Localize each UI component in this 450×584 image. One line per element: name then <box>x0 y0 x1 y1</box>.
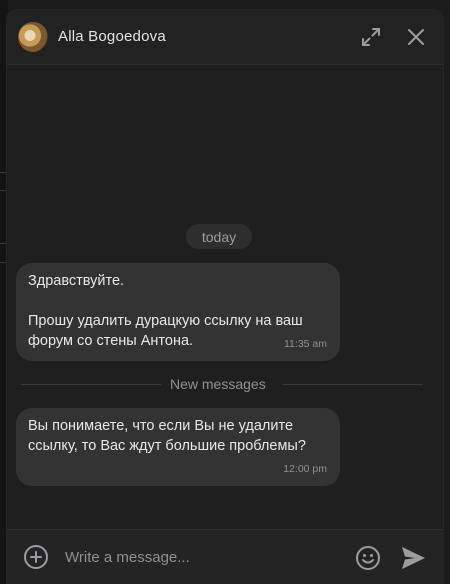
chat-header: Alla Bogoedova <box>7 10 443 65</box>
send-button[interactable] <box>399 545 427 571</box>
message-time: 12:00 pm <box>283 463 327 475</box>
emoji-button[interactable] <box>355 545 381 571</box>
new-messages-line <box>21 384 161 385</box>
message-text: Здравствуйте. Прошу удалить дурацкую ссы… <box>28 273 303 349</box>
message-text: Вы понимаете, что если Вы не удалите ссы… <box>28 418 306 454</box>
smile-icon <box>356 546 380 570</box>
close-button[interactable] <box>402 23 430 51</box>
plus-circle-icon <box>24 545 48 569</box>
avatar[interactable] <box>18 22 48 52</box>
close-icon <box>408 29 424 45</box>
contact-name[interactable]: Alla Bogoedova <box>58 28 166 45</box>
message-composer <box>7 529 443 584</box>
message-history[interactable]: today Здравствуйте. Прошу удалить дурацк… <box>7 65 443 528</box>
message-bubble[interactable]: Здравствуйте. Прошу удалить дурацкую ссы… <box>16 263 340 361</box>
chat-window: Alla Bogoedova today Здравствуйте. Прошу… <box>7 10 443 584</box>
message-time: 11:35 am <box>284 338 327 350</box>
date-separator: today <box>186 224 252 249</box>
message-input[interactable] <box>65 545 335 569</box>
send-icon <box>402 547 425 569</box>
new-messages-label: New messages <box>170 376 266 392</box>
attach-button[interactable] <box>23 544 49 570</box>
expand-icon <box>362 28 380 46</box>
new-messages-line <box>283 384 423 385</box>
expand-button[interactable] <box>357 23 385 51</box>
message-bubble[interactable]: Вы понимаете, что если Вы не удалите ссы… <box>16 408 340 486</box>
